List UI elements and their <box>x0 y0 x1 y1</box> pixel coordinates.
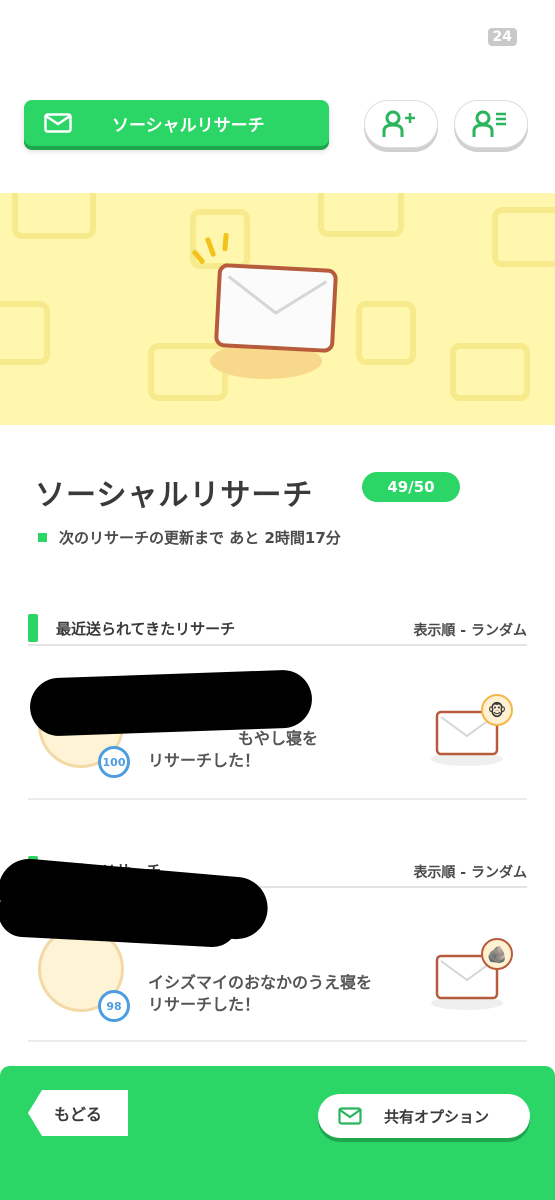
research-entry[interactable]: 100 もやし寝を リサーチした！ 🐵 <box>28 660 527 800</box>
banner-pattern <box>0 301 50 365</box>
research-entry-line2: リサーチした！ <box>148 751 261 770</box>
add-friend-button[interactable] <box>364 100 438 148</box>
page-title: ソーシャルリサーチ <box>35 478 314 513</box>
research-entry[interactable]: 98 イシズマイのおなかのうえ寝を リサーチした！ 🪨 <box>0 856 527 1042</box>
recent-sort-order[interactable]: 表示順 - ランダム <box>413 620 527 640</box>
recent-research-title: 最近送られてきたリサーチ <box>56 620 236 638</box>
refresh-timer-text: 次のリサーチの更新まで あと 2時間17分 <box>59 529 341 547</box>
refresh-timer: 次のリサーチの更新まで あと 2時間17分 <box>38 527 341 548</box>
back-button[interactable]: もどる <box>28 1090 128 1136</box>
research-banner <box>0 193 555 425</box>
banner-pattern <box>12 193 96 239</box>
header-title: ソーシャルリサーチ <box>112 115 265 136</box>
mail-icon <box>44 113 72 133</box>
section-marker <box>28 614 38 642</box>
sender-avatar: 🪨 <box>481 938 513 970</box>
research-entry-line2: リサーチした！ <box>148 995 261 1014</box>
user-list-icon <box>472 110 506 137</box>
bullet-icon <box>38 533 47 542</box>
research-count-badge: 49/50 <box>362 472 460 502</box>
recent-research-header: 最近送られてきたリサーチ 表示順 - ランダム <box>28 612 527 646</box>
level-badge: 100 <box>98 746 130 778</box>
friend-list-button[interactable] <box>454 100 528 148</box>
status-badge: 24 <box>487 28 517 46</box>
research-entry-text: もやし寝を リサーチした！ <box>148 728 318 772</box>
social-research-title-pill: ソーシャルリサーチ <box>24 100 329 146</box>
banner-pattern <box>356 301 416 365</box>
top-bar: ソーシャルリサーチ <box>24 100 531 150</box>
share-options-button[interactable]: 共有オプション <box>318 1094 530 1138</box>
mail-icon <box>338 1107 362 1125</box>
add-user-icon <box>382 110 415 137</box>
envelope-icon <box>214 263 338 353</box>
research-entry-text: イシズマイのおなかのうえ寝を リサーチした！ <box>148 972 372 1016</box>
banner-pattern <box>492 207 555 267</box>
banner-pattern <box>450 343 530 401</box>
sender-avatar: 🐵 <box>481 694 513 726</box>
research-entry-line1: イシズマイのおなかのうえ寝を <box>148 973 373 992</box>
back-button-label: もどる <box>54 1105 102 1124</box>
share-options-label: 共有オプション <box>384 1107 490 1126</box>
redaction-mark <box>29 669 313 737</box>
bottom-bar: もどる 共有オプション <box>0 1066 555 1200</box>
previous-sort-order[interactable]: 表示順 - ランダム <box>413 862 527 882</box>
level-badge: 98 <box>98 990 130 1022</box>
banner-pattern <box>318 193 404 237</box>
